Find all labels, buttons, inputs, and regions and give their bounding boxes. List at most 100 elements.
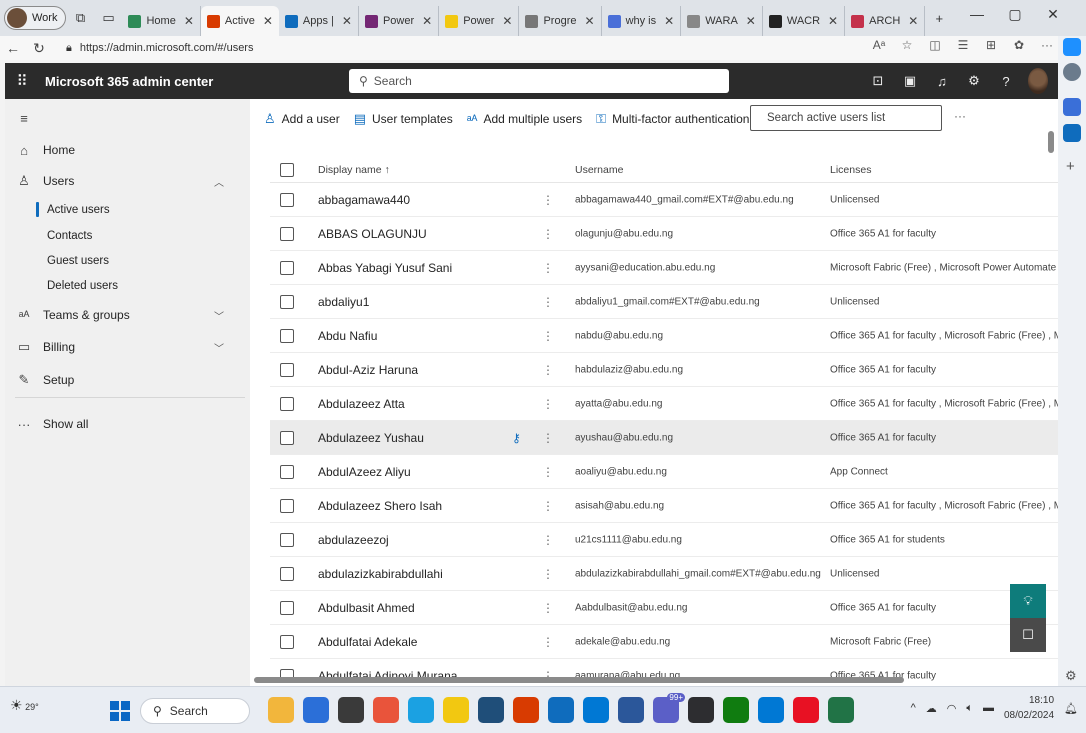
column-header-display-name[interactable]: Display name ↑ — [318, 164, 390, 176]
row-more-actions-icon[interactable]: ⋮ — [542, 431, 554, 445]
tab-close-icon[interactable]: ✕ — [342, 14, 352, 28]
table-row[interactable]: abbagamawa440 ⋮ abbagamawa440_gmail.com#EX… — [270, 183, 1058, 217]
app-icon-3[interactable] — [338, 697, 364, 723]
select-all-checkbox[interactable] — [280, 162, 294, 177]
chevron-up-icon[interactable]: ^ — [911, 702, 916, 714]
app-icon-1[interactable] — [268, 697, 294, 723]
add-user-button[interactable]: ♙ Add a user — [264, 111, 340, 127]
nav-subitem-guest-users[interactable]: Guest users — [5, 249, 250, 273]
tab-close-icon[interactable]: ✕ — [502, 14, 512, 28]
browser-tab[interactable]: WARA ✕ — [681, 6, 763, 36]
row-more-actions-icon[interactable]: ⋮ — [542, 533, 554, 547]
file-explorer-icon[interactable] — [443, 697, 469, 723]
horizontal-scrollbar[interactable] — [254, 677, 904, 683]
back-arrow-icon[interactable]: ← — [0, 40, 26, 56]
browser-tab[interactable]: why is ✕ — [602, 6, 682, 36]
nav-subitem-active-users[interactable]: Active users — [5, 198, 250, 222]
browser-tab[interactable]: ARCH ✕ — [845, 6, 926, 36]
table-row[interactable]: Abdul-Aziz Haruna ⋮ habdulaziz@abu.edu.ng O… — [270, 353, 1058, 387]
display-name-cell[interactable]: abdaliyu1 — [318, 295, 369, 309]
display-name-cell[interactable]: abbagamawa440 — [318, 193, 410, 207]
nav-item-users[interactable]: ♙ Users ︿ — [5, 168, 250, 194]
wifi-icon[interactable]: ◠ — [947, 702, 957, 715]
app-icon-2[interactable] — [303, 697, 329, 723]
browser-tab[interactable]: Home ✕ — [122, 6, 201, 36]
feedback-button[interactable]: ☐ — [1010, 618, 1046, 652]
row-checkbox[interactable] — [280, 634, 294, 649]
app-icon-4[interactable] — [373, 697, 399, 723]
tab-close-icon[interactable]: ✕ — [263, 14, 273, 28]
table-row[interactable]: Abdulazeez Shero Isah ⋮ asisah@abu.edu.ng O… — [270, 489, 1058, 523]
nav-item-setup[interactable]: ✎ Setup — [5, 367, 250, 393]
browser-tab[interactable]: Apps | ✕ — [279, 6, 359, 36]
taskbar-search[interactable]: ⚲ Search — [140, 698, 250, 724]
row-more-actions-icon[interactable]: ⋮ — [542, 567, 554, 581]
display-name-cell[interactable]: Abbas Yabagi Yusuf Sani — [318, 261, 452, 275]
row-checkbox[interactable] — [280, 566, 294, 581]
nav-subitem-deleted-users[interactable]: Deleted users — [5, 274, 250, 298]
new-tab-button[interactable]: + — [925, 4, 953, 32]
row-checkbox[interactable] — [280, 498, 294, 513]
browser-tab[interactable]: Power ✕ — [439, 6, 520, 36]
settings-gear-icon[interactable]: ⚙ — [964, 73, 984, 89]
row-more-actions-icon[interactable]: ⋮ — [542, 499, 554, 513]
row-checkbox[interactable] — [280, 192, 294, 207]
app-icon-8[interactable] — [513, 697, 539, 723]
column-header-username[interactable]: Username — [575, 164, 623, 176]
tab-close-icon[interactable]: ✕ — [664, 14, 674, 28]
row-checkbox[interactable] — [280, 260, 294, 275]
sidebar-search-icon[interactable] — [1063, 63, 1081, 81]
display-name-cell[interactable]: abdulazeezoj — [318, 533, 389, 547]
nav-item-home[interactable]: ⌂ Home — [5, 137, 250, 163]
app-launcher-icon[interactable]: ⠿ — [5, 72, 39, 90]
workspaces-icon[interactable]: ⧉ — [66, 4, 94, 32]
more-menu-icon[interactable]: ··· — [1036, 38, 1058, 52]
browser-tab[interactable]: Progre ✕ — [519, 6, 602, 36]
word-icon[interactable] — [618, 697, 644, 723]
vertical-scrollbar[interactable] — [1048, 131, 1054, 153]
notifications-bell-icon[interactable]: ♫ — [932, 74, 952, 89]
refresh-icon[interactable]: ↻ — [26, 40, 52, 57]
row-checkbox[interactable] — [280, 430, 294, 445]
outlook-icon[interactable] — [1063, 124, 1081, 142]
row-more-actions-icon[interactable]: ⋮ — [542, 261, 554, 275]
table-row[interactable]: Abdulbasit Ahmed ⋮ Aabdulbasit@abu.edu.ng O… — [270, 591, 1058, 625]
display-name-cell[interactable]: Abdu Nafiu — [318, 329, 377, 343]
nav-item-teams-groups[interactable]: ᵃᴬ Teams & groups ﹀ — [5, 302, 250, 328]
row-more-actions-icon[interactable]: ⋮ — [542, 397, 554, 411]
row-checkbox[interactable] — [280, 600, 294, 615]
mobile-icon[interactable]: ▣ — [900, 73, 920, 89]
copilot-icon[interactable] — [1063, 38, 1081, 56]
split-screen-icon[interactable]: ◫ — [924, 38, 946, 52]
row-more-actions-icon[interactable]: ⋮ — [542, 363, 554, 377]
search-users-input[interactable]: Search active users list — [750, 105, 942, 131]
row-checkbox[interactable] — [280, 328, 294, 343]
app-icon-10[interactable] — [583, 697, 609, 723]
row-more-actions-icon[interactable]: ⋮ — [542, 295, 554, 309]
column-header-licenses[interactable]: Licenses — [830, 164, 871, 176]
display-name-cell[interactable]: Abdulbasit Ahmed — [318, 601, 415, 615]
minimize-icon[interactable]: — — [958, 6, 996, 23]
weather-widget[interactable]: ☀ 29° — [10, 697, 39, 714]
table-row[interactable]: abdulazizkabirabdullahi ⋮ abdulazizkabirab… — [270, 557, 1058, 591]
favorites-icon[interactable]: ☰ — [952, 38, 974, 52]
restore-icon[interactable]: ▢ — [996, 6, 1034, 23]
row-more-actions-icon[interactable]: ⋮ — [542, 227, 554, 241]
nav-subitem-contacts[interactable]: Contacts — [5, 224, 250, 248]
browser-tab[interactable]: Power ✕ — [359, 6, 440, 36]
url-field[interactable]: 🔒︎ https://admin.microsoft.com/#/users — [66, 42, 253, 55]
display-name-cell[interactable]: Abdulazeez Yushau — [318, 431, 424, 445]
notifications-icon[interactable]: 🔔︎ — [1064, 702, 1078, 715]
browser-tab[interactable]: WACR ✕ — [763, 6, 846, 36]
favorite-star-icon[interactable]: ☆ — [896, 38, 918, 52]
app-icon-14[interactable] — [723, 697, 749, 723]
table-row[interactable]: Abbas Yabagi Yusuf Sani ⋮ ayysani@educatio… — [270, 251, 1058, 285]
collections-icon[interactable]: ⊞ — [980, 38, 1002, 52]
app-icon-13[interactable] — [688, 697, 714, 723]
nav-collapse-button[interactable]: ≡ — [5, 105, 250, 131]
tab-close-icon[interactable]: ✕ — [422, 14, 432, 28]
row-more-actions-icon[interactable]: ⋮ — [542, 465, 554, 479]
app-title[interactable]: Microsoft 365 admin center — [45, 74, 213, 89]
row-checkbox[interactable] — [280, 532, 294, 547]
cloud-icon[interactable]: ☁ — [926, 702, 937, 715]
